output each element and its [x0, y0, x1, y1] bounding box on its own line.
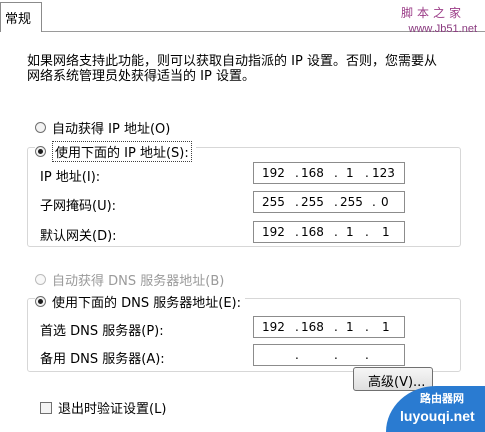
- watermark-site-cn: 脚本之家: [400, 6, 465, 20]
- ip-address-octet-2: 168: [301, 166, 324, 180]
- octet-separator: .: [365, 225, 369, 239]
- subnet-mask-octet-2: 255: [301, 195, 324, 209]
- radio-button-selected-icon: [35, 296, 46, 307]
- radio-auto-dns[interactable]: 自动获得 DNS 服务器地址(B): [35, 270, 224, 289]
- preferred-dns-octet-2: 168: [301, 320, 324, 334]
- preferred-dns-octet-4: 1: [382, 320, 390, 334]
- radio-button-icon: [35, 122, 46, 133]
- gateway-octet-2: 168: [301, 225, 324, 239]
- octet-separator: .: [365, 348, 369, 362]
- tab-general[interactable]: 常规: [0, 2, 42, 32]
- subnet-mask-label: 子网掩码(U):: [40, 199, 117, 214]
- description-text: 如果网络支持此功能，则可以获取自动指派的 IP 设置。否则，您需要从网络系统管理…: [27, 54, 437, 84]
- octet-separator: .: [295, 195, 299, 209]
- alternate-dns-label: 备用 DNS 服务器(A):: [40, 352, 165, 367]
- alternate-dns-field[interactable]: . . .: [253, 344, 405, 366]
- octet-separator: .: [372, 195, 376, 209]
- radio-manual-dns[interactable]: 使用下面的 DNS 服务器地址(E):: [35, 292, 245, 311]
- radio-auto-ip-label: 自动获得 IP 地址(O): [52, 122, 171, 137]
- ip-address-octet-3: 1: [346, 166, 354, 180]
- ip-address-label: IP 地址(I):: [40, 170, 101, 185]
- default-gateway-field[interactable]: 192 . 168 . 1 . 1: [253, 221, 405, 243]
- checkbox-icon: [40, 401, 52, 414]
- radio-manual-dns-label: 使用下面的 DNS 服务器地址(E):: [52, 296, 241, 311]
- tab-bar: 常规 脚本之家 www.Jb51.net: [0, 0, 485, 35]
- octet-separator: .: [365, 166, 369, 180]
- ip-address-octet-1: 192: [262, 166, 285, 180]
- radio-button-selected-icon: [35, 146, 46, 157]
- octet-separator: .: [334, 166, 338, 180]
- radio-auto-dns-label: 自动获得 DNS 服务器地址(B): [52, 274, 225, 289]
- octet-separator: .: [334, 348, 338, 362]
- default-gateway-label: 默认网关(D):: [40, 229, 117, 244]
- preferred-dns-label: 首选 DNS 服务器(P):: [40, 324, 164, 339]
- subnet-mask-field[interactable]: 255 . 255 . 255 . 0: [253, 191, 405, 213]
- octet-separator: .: [365, 320, 369, 334]
- octet-separator: .: [295, 166, 299, 180]
- ip-address-field[interactable]: 192 . 168 . 1 . 123: [253, 162, 405, 184]
- watermark-logo: 路由器网 luyouqi.net: [386, 386, 485, 432]
- gateway-octet-3: 1: [346, 225, 354, 239]
- preferred-dns-octet-3: 1: [346, 320, 354, 334]
- preferred-dns-octet-1: 192: [262, 320, 285, 334]
- gateway-octet-1: 192: [262, 225, 285, 239]
- octet-separator: .: [334, 225, 338, 239]
- preferred-dns-field[interactable]: 192 . 168 . 1 . 1: [253, 316, 405, 338]
- subnet-mask-octet-1: 255: [262, 195, 285, 209]
- validate-on-exit-label: 退出时验证设置(L): [58, 402, 167, 417]
- subnet-mask-octet-3: 255: [340, 195, 363, 209]
- gateway-octet-4: 1: [382, 225, 390, 239]
- radio-manual-ip[interactable]: 使用下面的 IP 地址(S):: [35, 141, 196, 162]
- octet-separator: .: [334, 320, 338, 334]
- watermark-logo-url: luyouqi.net: [400, 408, 475, 424]
- ip-address-octet-4: 123: [372, 166, 395, 180]
- octet-separator: .: [334, 195, 338, 209]
- validate-on-exit-checkbox[interactable]: 退出时验证设置(L): [40, 398, 166, 417]
- watermark-site-url: www.Jb51.net: [408, 23, 477, 35]
- subnet-mask-octet-4: 0: [381, 195, 389, 209]
- watermark-logo-cn: 路由器网: [420, 392, 464, 405]
- octet-separator: .: [295, 320, 299, 334]
- octet-separator: .: [295, 225, 299, 239]
- radio-button-disabled-icon: [35, 274, 46, 285]
- radio-manual-ip-label: 使用下面的 IP 地址(S):: [52, 141, 192, 162]
- octet-separator: .: [295, 348, 299, 362]
- radio-auto-ip[interactable]: 自动获得 IP 地址(O): [35, 118, 170, 137]
